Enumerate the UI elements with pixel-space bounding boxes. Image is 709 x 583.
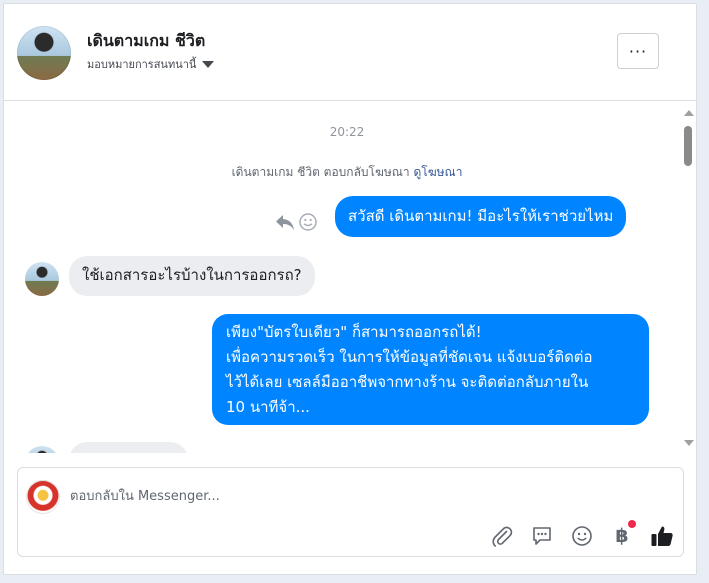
reply-input[interactable]: [70, 485, 630, 507]
page-avatar: [26, 480, 60, 514]
caret-down-icon: [202, 60, 215, 68]
emoji-button[interactable]: [570, 524, 594, 548]
message-line: 10 นาทีจ้า...: [226, 398, 310, 416]
incoming-message-bubble-partial[interactable]: [69, 442, 188, 453]
notification-dot: [628, 520, 636, 528]
outgoing-message-bubble[interactable]: เพียง"บัตรใบเดียว" ก็สามารถออกรถได้! เพื…: [212, 314, 649, 425]
attach-file-button[interactable]: [490, 524, 514, 548]
thread-scrollbar[interactable]: [682, 108, 696, 454]
outgoing-message-bubble[interactable]: สวัสดี เดินตามเกม! มีอะไรให้เราช่วยไหม: [335, 196, 627, 237]
scrollbar-thumb[interactable]: [684, 126, 692, 166]
scroll-down-arrow-icon[interactable]: [684, 440, 694, 446]
assign-conversation-dropdown[interactable]: มอบหมายการสนทนานี้: [87, 55, 215, 73]
more-options-button[interactable]: ···: [617, 33, 659, 69]
chat-bubble-icon: [533, 527, 551, 545]
message-actions: [275, 213, 317, 231]
message-thread: 20:22 เดินตามเกม ชีวิต ตอบกลับโฆษณา ดูโฆ…: [4, 101, 696, 453]
more-icon: ···: [628, 41, 648, 61]
reply-icon[interactable]: [275, 213, 295, 231]
message-line: เพื่อความรวดเร็ว ในการให้ข้อมูลที่ชัดเจน…: [226, 348, 593, 366]
scroll-up-arrow-icon[interactable]: [684, 110, 694, 116]
message-line: ไว้ได้เลย เซลล์มืออาชีพจากทางร้าน จะติดต…: [226, 373, 589, 391]
saved-replies-button[interactable]: [530, 524, 554, 548]
messenger-panel: เดินตามเกม ชีวิต มอบหมายการสนทนานี้ ··· …: [3, 3, 697, 575]
contact-name[interactable]: เดินตามเกม ชีวิต: [87, 29, 205, 54]
react-smiley-icon[interactable]: [299, 213, 317, 231]
ad-reply-notice-text: เดินตามเกม ชีวิต ตอบกลับโฆษณา: [231, 165, 410, 179]
ad-reply-notice: เดินตามเกม ชีวิต ตอบกลับโฆษณา ดูโฆษณา: [4, 163, 690, 182]
paperclip-icon: [492, 526, 513, 547]
message-timestamp: 20:22: [329, 125, 365, 139]
payment-button[interactable]: ฿: [610, 520, 636, 548]
contact-avatar-small: [25, 446, 59, 453]
incoming-message-bubble[interactable]: ใช้เอกสารอะไรบ้างในการออกรถ?: [69, 256, 315, 296]
composer-toolbar: ฿: [490, 520, 674, 550]
message-line: เพียง"บัตรใบเดียว" ก็สามารถออกรถได้!: [226, 323, 482, 341]
view-ad-link[interactable]: ดูโฆษณา: [414, 165, 463, 179]
thumbs-up-icon: [651, 526, 673, 546]
baht-icon: ฿: [615, 525, 629, 547]
smiley-icon: [572, 526, 592, 546]
like-button[interactable]: [650, 524, 674, 548]
assign-conversation-label: มอบหมายการสนทนานี้: [87, 58, 197, 71]
contact-avatar[interactable]: [17, 26, 71, 80]
message-composer: ฿: [17, 467, 684, 557]
contact-avatar-small: [25, 262, 59, 296]
conversation-header: เดินตามเกม ชีวิต มอบหมายการสนทนานี้ ···: [4, 4, 696, 101]
